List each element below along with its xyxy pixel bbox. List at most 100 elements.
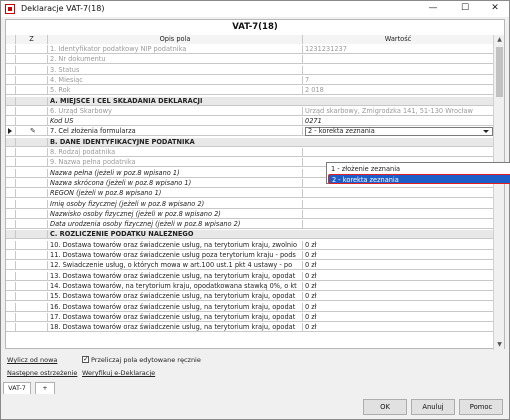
field-label: Nazwa pełna (jeżeli w poz.8 wpisano 1)	[48, 168, 303, 178]
row-z-cell	[16, 45, 48, 54]
field-label: B. DANE IDENTYFIKACYJNE PODATNIKA	[50, 137, 195, 146]
row-z-cell	[16, 251, 48, 260]
title-bar: Deklaracje VAT-7(18) — ☐ ✕	[1, 1, 509, 17]
field-value[interactable]: 0 zł	[303, 282, 493, 291]
field-row[interactable]: 8. Rodzaj podatnika	[6, 148, 493, 157]
field-row[interactable]: 14. Dostawa towarów, na terytorium kraju…	[6, 281, 493, 291]
field-value[interactable]: 7	[303, 76, 493, 85]
field-value[interactable]: Urząd skarbowy, Żmigrodzka 141, 51-130 W…	[303, 107, 493, 116]
scroll-down-icon[interactable]: ▼	[494, 340, 505, 350]
row-indicator	[6, 240, 16, 250]
row-indicator	[6, 302, 16, 312]
row-z-cell: ✎	[16, 127, 48, 137]
row-z-cell	[16, 261, 48, 271]
field-value[interactable]	[303, 55, 493, 64]
field-row[interactable]: 11. Dostawa towarów oraz świadczenie usł…	[6, 251, 493, 260]
next-warning-link[interactable]: Następne ostrzeżenie	[7, 369, 77, 377]
cancel-button[interactable]: Anuluj	[411, 399, 455, 415]
field-row[interactable]: Kod US 0271	[6, 117, 493, 127]
row-indicator	[6, 45, 16, 54]
field-row[interactable]: ✎ 7. Cel złożenia formularza 2 - korekta z…	[6, 127, 493, 137]
field-label: 4. Miesiąc	[48, 75, 303, 85]
field-row[interactable]: 1. Identyfikator podatkowy NIP podatnika…	[6, 45, 493, 54]
field-label: Kod US	[48, 117, 303, 127]
field-row[interactable]: Data urodzenia osoby fizycznej (jeżeli w…	[6, 220, 493, 230]
row-z-cell	[16, 117, 48, 127]
form-title: VAT-7(18)	[232, 22, 278, 32]
field-row[interactable]: 17. Dostawa towarów oraz świadczenie usł…	[6, 312, 493, 322]
row-indicator	[6, 65, 16, 75]
add-tab-button[interactable]: +	[35, 382, 55, 394]
field-row[interactable]: 18. Dostawa towarów oraz świadczenie usł…	[6, 323, 493, 333]
field-value[interactable]	[303, 200, 493, 209]
field-row[interactable]: 2. Nr dokumentu	[6, 55, 493, 65]
row-z-cell	[16, 55, 48, 65]
form-area: VAT-7(18) Z Opis pola Wartość 1. Identyf…	[5, 19, 505, 350]
row-z-cell	[16, 302, 48, 312]
field-row[interactable]: 4. Miesiąc 7	[6, 75, 493, 85]
field-value[interactable]: 0 zł	[303, 272, 493, 281]
field-value[interactable]: 0271	[303, 117, 493, 126]
row-indicator	[6, 55, 16, 65]
field-row[interactable]: 13. Dostawa towarów oraz świadczenie usł…	[6, 271, 493, 281]
row-indicator	[6, 281, 16, 291]
row-z-cell	[16, 106, 48, 116]
row-z-cell	[16, 312, 48, 322]
help-button[interactable]: Pomoc	[459, 399, 503, 415]
row-indicator	[6, 199, 16, 209]
recalculate-link[interactable]: Wylicz od nowa	[7, 356, 57, 364]
ok-button[interactable]: OK	[363, 399, 407, 415]
field-value[interactable]: 0 zł	[303, 323, 493, 332]
row-z-cell	[16, 199, 48, 209]
cel-zlozenia-combobox[interactable]: 2 - korekta zeznania	[305, 127, 493, 137]
chevron-down-icon[interactable]	[483, 130, 489, 134]
scroll-thumb[interactable]	[496, 47, 503, 97]
dropdown-option[interactable]: 1 - złożenie zeznania	[328, 164, 510, 174]
row-indicator	[6, 220, 16, 230]
field-value[interactable]: 1231231237	[303, 45, 493, 54]
field-row[interactable]: 15. Dostawa towarów oraz świadczenie usł…	[6, 292, 493, 302]
field-value[interactable]	[303, 189, 493, 198]
value-column-header: Wartość	[303, 35, 493, 44]
vertical-scrollbar[interactable]: ▲ ▼	[493, 35, 504, 350]
field-value[interactable]: 0 zł	[303, 241, 493, 250]
maximize-button[interactable]: ☐	[451, 1, 479, 17]
z-column-header: Z	[16, 35, 48, 44]
field-value[interactable]: 2 018	[303, 86, 493, 95]
row-z-cell	[16, 168, 48, 178]
field-row[interactable]: REGON (jeżeli w poz.8 wpisano 1)	[6, 189, 493, 199]
field-row[interactable]: Nazwisko osoby fizycznej (jeżeli w poz.8…	[6, 209, 493, 219]
field-row[interactable]: 3. Status	[6, 65, 493, 75]
indicator-header	[6, 35, 16, 44]
verify-edeclaration-link[interactable]: Weryfikuj e-Deklaracje	[82, 369, 155, 377]
field-row[interactable]: Imię osoby fizycznej (jeżeli w poz.8 wpi…	[6, 199, 493, 209]
field-label: 6. Urząd Skarbowy	[48, 106, 303, 116]
recalc-edited-checkbox[interactable]	[82, 355, 89, 363]
field-value[interactable]	[303, 66, 493, 75]
field-value[interactable]	[303, 148, 493, 157]
field-value[interactable]	[303, 220, 493, 229]
tab-vat7[interactable]: VAT-7	[3, 382, 31, 394]
field-label: Nazwa skrócona (jeżeli w poz.8 wpisano 1…	[48, 178, 303, 188]
field-value[interactable]: 0 zł	[303, 313, 493, 322]
row-z-cell	[16, 230, 48, 240]
close-button[interactable]: ✕	[481, 1, 509, 17]
field-label: 10. Dostawa towarów oraz świadczenie usł…	[48, 240, 303, 250]
row-z-cell	[16, 220, 48, 230]
cel-zlozenia-dropdown-list[interactable]: 1 - złożenie zeznania 2 - korekta zeznani…	[326, 162, 510, 184]
field-value[interactable]: 0 zł	[303, 261, 493, 270]
field-row[interactable]: 5. Rok 2 018	[6, 86, 493, 96]
field-label: 3. Status	[48, 65, 303, 75]
dropdown-option[interactable]: 2 - korekta zeznania	[328, 174, 510, 184]
field-row[interactable]: 12. Świadczenie usług, o których mowa w …	[6, 261, 493, 271]
field-value[interactable]: 0 zł	[303, 303, 493, 312]
minimize-button[interactable]: —	[419, 1, 447, 17]
row-z-cell	[16, 240, 48, 250]
field-row[interactable]: 6. Urząd Skarbowy Urząd skarbowy, Żmigrod…	[6, 106, 493, 116]
field-value[interactable]: 0 zł	[303, 292, 493, 301]
field-row[interactable]: 16. Dostawa towarów oraz świadczenie usł…	[6, 302, 493, 312]
field-value[interactable]: 0 zł	[303, 251, 493, 260]
field-value[interactable]	[303, 210, 493, 219]
scroll-up-icon[interactable]: ▲	[494, 35, 505, 45]
field-row[interactable]: 10. Dostawa towarów oraz świadczenie usł…	[6, 240, 493, 250]
